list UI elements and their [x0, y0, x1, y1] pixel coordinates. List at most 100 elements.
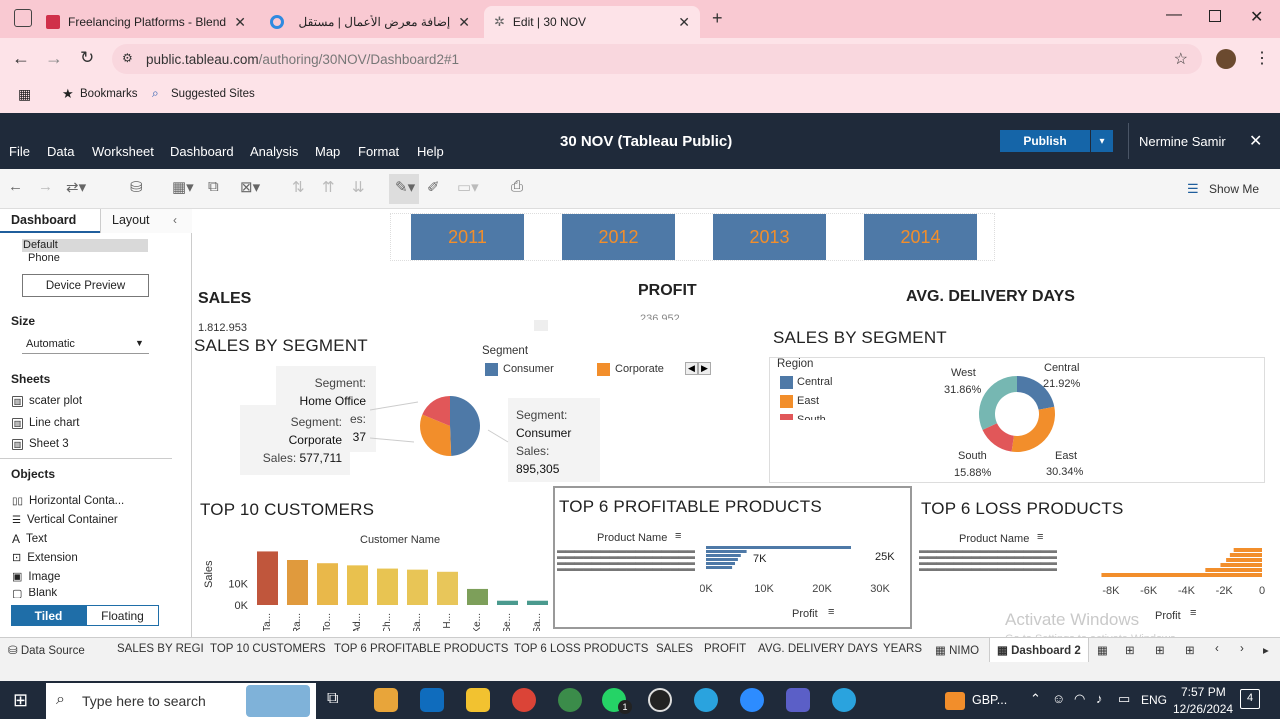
sheet-tab[interactable]: TOP 10 CUSTOMERS: [210, 643, 326, 655]
browser-tab-3[interactable]: ✲ Edit | 30 NOV ✕: [484, 6, 700, 38]
segment-pie-chart[interactable]: [370, 380, 520, 480]
bar[interactable]: [1205, 568, 1262, 572]
maximize-icon[interactable]: [1209, 10, 1221, 22]
menu-file[interactable]: File: [9, 144, 30, 159]
chrome-icon[interactable]: [512, 688, 536, 712]
back-icon[interactable]: ←: [12, 48, 30, 69]
tiled-toggle[interactable]: Tiled: [11, 605, 86, 626]
notifications-icon[interactable]: 4: [1240, 689, 1260, 709]
bar[interactable]: [1229, 553, 1262, 557]
close-tab-icon[interactable]: ✕: [234, 14, 246, 31]
language-indicator[interactable]: ENG: [1141, 693, 1167, 707]
device-phone[interactable]: Phone: [28, 252, 60, 264]
new-datasource-icon[interactable]: ⛁: [130, 178, 143, 196]
volume-icon[interactable]: ♪: [1096, 691, 1103, 706]
wifi-icon[interactable]: ◠: [1074, 691, 1085, 707]
clock-time[interactable]: 7:57 PM: [1181, 685, 1226, 699]
site-info-icon[interactable]: ⚙: [122, 51, 133, 65]
publish-dropdown-icon[interactable]: ▾: [1091, 130, 1113, 152]
folder-icon[interactable]: [466, 688, 490, 712]
sheet-tab[interactable]: SALES: [656, 643, 693, 655]
tab-search-icon[interactable]: [14, 9, 32, 27]
bar[interactable]: [287, 560, 308, 605]
object-image[interactable]: ▣ Image: [12, 570, 60, 584]
chrome-profile-icon[interactable]: [558, 688, 582, 712]
redo-icon[interactable]: →: [38, 178, 53, 195]
legend-label[interactable]: South: [797, 414, 826, 420]
close-window-icon[interactable]: ✕: [1250, 7, 1263, 27]
undo-icon[interactable]: ←: [8, 178, 23, 195]
windows-start-icon[interactable]: ⊞: [13, 690, 28, 711]
currency-widget-icon[interactable]: [945, 692, 965, 710]
bar[interactable]: [1220, 563, 1262, 567]
sheet-tab[interactable]: YEARS: [883, 643, 922, 655]
data-source-tab[interactable]: ⛁ Data Source: [8, 643, 85, 657]
taskbar-search[interactable]: ⌕ Type here to search: [46, 683, 316, 719]
legend-swatch[interactable]: [597, 363, 610, 376]
chevron-down-icon[interactable]: ▼: [135, 338, 144, 348]
bar[interactable]: [407, 569, 428, 605]
donut-slice[interactable]: [979, 376, 1017, 430]
publish-button[interactable]: Publish: [1000, 130, 1090, 152]
legend-swatch[interactable]: [780, 376, 793, 389]
profile-avatar[interactable]: [1216, 49, 1236, 69]
duplicate-sheet-icon[interactable]: ⧉: [208, 178, 219, 195]
menu-worksheet[interactable]: Worksheet: [92, 144, 154, 159]
sheet-tab[interactable]: TOP 6 LOSS PRODUCTS: [514, 643, 648, 655]
new-item-icon[interactable]: ⊞: [1185, 643, 1195, 657]
tab-dashboard[interactable]: Dashboard: [0, 209, 100, 233]
browser-tab-1[interactable]: Freelancing Platforms - Blended ✕: [36, 6, 256, 38]
bar[interactable]: [527, 600, 548, 605]
zoom-icon[interactable]: [740, 688, 764, 712]
legend-swatch[interactable]: [780, 395, 793, 408]
user-name[interactable]: Nermine Samir: [1139, 134, 1226, 149]
bar[interactable]: [706, 550, 747, 553]
new-story-icon[interactable]: ⊞: [1155, 643, 1165, 657]
sort-desc-icon[interactable]: ⇊: [352, 178, 365, 196]
browser-tab-2[interactable]: إضافة معرض الأعمال | مستقل ✕: [260, 6, 480, 38]
sheet-tab[interactable]: AVG. DELIVERY DAYS: [758, 643, 878, 655]
sheet-tab[interactable]: TOP 6 PROFITABLE PRODUCTS: [334, 643, 508, 655]
task-view-icon[interactable]: ⧉: [327, 690, 338, 708]
collapse-pane-icon[interactable]: ‹: [173, 213, 177, 227]
menu-data[interactable]: Data: [47, 144, 74, 159]
telegram-icon-2[interactable]: [832, 688, 856, 712]
sheet-item[interactable]: ▥ scater plot: [12, 395, 82, 407]
object-vertical-container[interactable]: ☰ Vertical Container: [12, 514, 118, 526]
telegram-icon[interactable]: [694, 688, 718, 712]
legend-label[interactable]: East: [797, 395, 819, 407]
bar[interactable]: [706, 554, 741, 557]
legend-next-icon[interactable]: ▶: [698, 362, 711, 375]
donut-slice[interactable]: [1011, 406, 1055, 452]
scroll-left-icon[interactable]: ‹: [1215, 643, 1219, 655]
sort-icon[interactable]: ≡: [1037, 531, 1043, 543]
fit-icon[interactable]: ▭▾: [457, 178, 479, 196]
menu-dashboard[interactable]: Dashboard: [170, 144, 234, 159]
year-button-2013[interactable]: 2013: [713, 214, 826, 260]
close-authoring-icon[interactable]: ✕: [1249, 131, 1262, 151]
year-button-2012[interactable]: 2012: [562, 214, 675, 260]
sort-icon[interactable]: ≡: [1190, 607, 1196, 619]
apps-grid-icon[interactable]: ▦: [18, 86, 31, 103]
legend-swatch[interactable]: [485, 363, 498, 376]
sort-icon[interactable]: ≡: [675, 530, 681, 542]
pie-slice[interactable]: [450, 396, 481, 456]
currency-widget[interactable]: GBP...: [972, 693, 1007, 707]
menu-map[interactable]: Map: [315, 144, 340, 159]
bar[interactable]: [1226, 558, 1262, 562]
legend-label[interactable]: Consumer: [503, 363, 554, 375]
reload-icon[interactable]: ↻: [80, 48, 94, 68]
sheet-tab[interactable]: PROFIT: [704, 643, 746, 655]
sheet-item[interactable]: ▥ Line chart: [12, 417, 80, 429]
legend-swatch[interactable]: [780, 414, 793, 420]
bar[interactable]: [317, 563, 338, 605]
bookmark-item[interactable]: Suggested Sites: [171, 88, 255, 100]
show-me-icon[interactable]: ☰: [1187, 181, 1199, 197]
tray-chevron-icon[interactable]: ⌃: [1030, 691, 1041, 707]
annotate-icon[interactable]: ✐: [427, 178, 440, 196]
new-dashboard-icon[interactable]: ⊞: [1125, 643, 1135, 657]
floating-toggle[interactable]: Floating: [86, 605, 159, 626]
bar[interactable]: [1233, 548, 1262, 552]
object-horizontal-container[interactable]: ▯▯ Horizontal Conta...: [12, 495, 124, 507]
show-me-button[interactable]: Show Me: [1209, 182, 1259, 196]
